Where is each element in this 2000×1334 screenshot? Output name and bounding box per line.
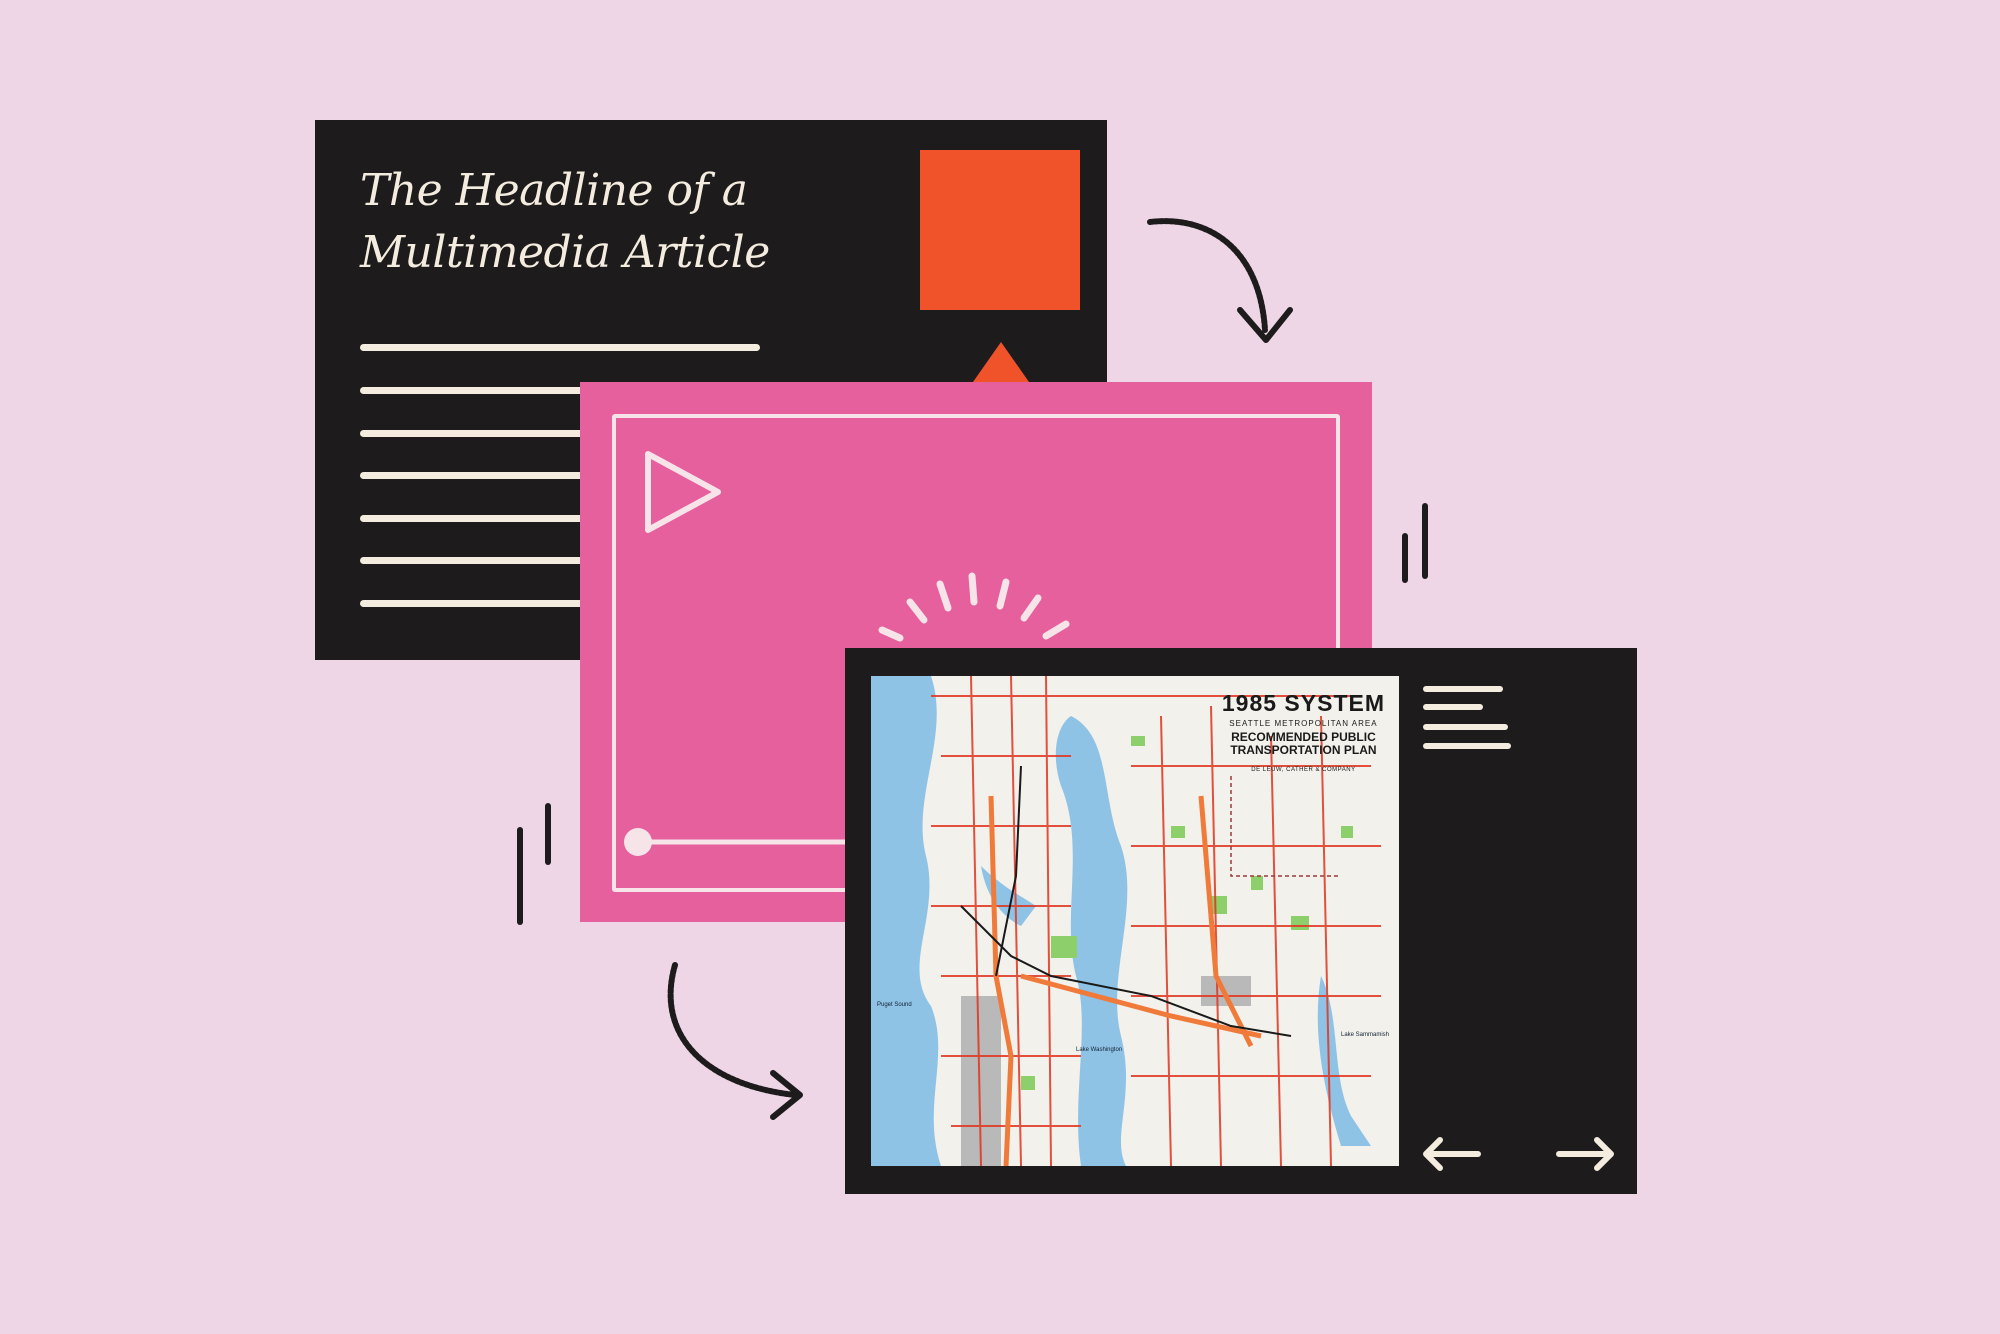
map-plan-line: TRANSPORTATION PLAN xyxy=(1230,743,1377,757)
text-line xyxy=(360,472,610,479)
motion-lines-icon xyxy=(1402,503,1428,583)
text-line xyxy=(360,515,610,522)
text-line xyxy=(360,557,610,564)
progress-bar[interactable] xyxy=(620,822,880,862)
arrow-left-icon[interactable] xyxy=(1420,1134,1482,1174)
map-water-label: Lake Sammamish xyxy=(1341,1032,1389,1038)
map-image[interactable]: Puget Sound Lake Washington Lake Sammami… xyxy=(871,676,1399,1166)
text-line xyxy=(360,600,610,607)
text-line xyxy=(360,387,610,394)
progress-knob-icon xyxy=(624,828,652,856)
play-icon[interactable] xyxy=(632,444,732,544)
map-area-label: SEATTLE METROPOLITAN AREA xyxy=(1229,719,1378,728)
map-title-block: 1985 SYSTEM SEATTLE METROPOLITAN AREA RE… xyxy=(1222,690,1385,773)
map-title: 1985 SYSTEM xyxy=(1221,690,1385,716)
curved-arrow-icon xyxy=(1147,218,1293,343)
caption-line xyxy=(1423,743,1511,749)
motion-lines-icon xyxy=(517,803,551,925)
caption-line xyxy=(1423,704,1483,710)
text-line xyxy=(360,430,610,437)
loading-burst-icon xyxy=(878,572,1070,642)
map-water-label: Puget Sound xyxy=(877,1002,912,1008)
text-line xyxy=(360,344,760,351)
image-gallery-card: Puget Sound Lake Washington Lake Sammami… xyxy=(845,648,1637,1194)
caption-line xyxy=(1423,724,1508,730)
map-credit: DE LEUW, CATHER & COMPANY xyxy=(1251,767,1356,773)
map-plan-label: RECOMMENDED PUBLIC TRANSPORTATION PLAN xyxy=(1222,731,1385,757)
hero-image-placeholder xyxy=(920,150,1080,310)
arrow-right-icon[interactable] xyxy=(1555,1134,1617,1174)
map-water-label: Lake Washington xyxy=(1076,1047,1122,1053)
caption-line xyxy=(1423,686,1503,692)
headline: The Headline of a Multimedia Article xyxy=(360,165,770,278)
image-pointer-icon xyxy=(973,342,1029,382)
curved-arrow-icon xyxy=(667,962,803,1120)
